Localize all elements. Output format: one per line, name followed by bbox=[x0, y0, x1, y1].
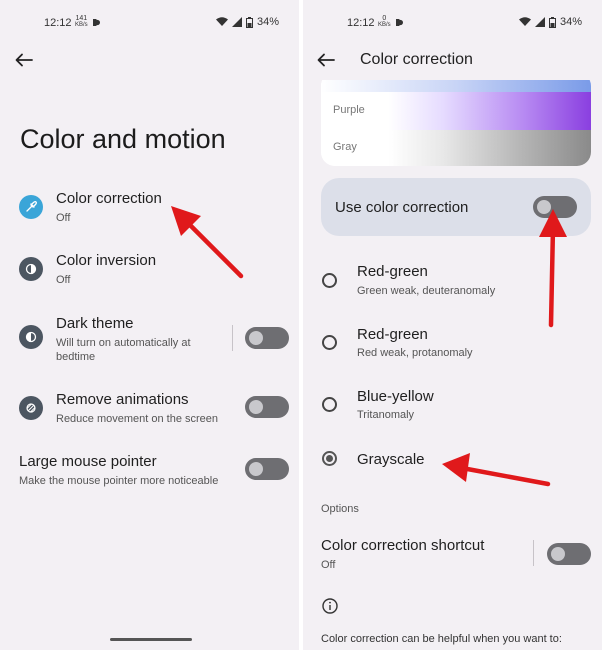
setting-subtitle-line1: Will turn on automatically at bbox=[56, 337, 191, 349]
option-subtitle: Red weak, protanomaly bbox=[357, 347, 473, 359]
battery-icon bbox=[245, 16, 253, 28]
setting-subtitle: Make the mouse pointer more noticeable bbox=[19, 475, 219, 487]
color-correction-shortcut-toggle[interactable] bbox=[547, 543, 591, 565]
setting-title: Color correction bbox=[56, 190, 162, 207]
setting-title: Color inversion bbox=[56, 252, 157, 269]
home-indicator[interactable] bbox=[110, 638, 192, 641]
divider bbox=[232, 325, 233, 351]
network-speed: 141 KB/s bbox=[75, 15, 88, 28]
status-time: 12:12 bbox=[347, 17, 375, 29]
use-color-correction-label: Use color correction bbox=[335, 199, 469, 216]
footer-description: Color correction can be helpful when you… bbox=[321, 633, 562, 645]
large-mouse-pointer-toggle[interactable] bbox=[245, 458, 289, 480]
color-correction-screen: 12:12 0 KB/s 34% Color correction Purple… bbox=[303, 0, 602, 650]
option-title: Blue-yellow bbox=[357, 388, 434, 405]
shortcut-title: Color correction shortcut bbox=[321, 537, 485, 554]
setting-title: Dark theme bbox=[56, 315, 134, 332]
radio-button[interactable] bbox=[322, 397, 337, 412]
dark-theme-icon bbox=[19, 325, 43, 349]
options-header: Options bbox=[321, 503, 359, 515]
back-arrow-icon[interactable] bbox=[317, 53, 335, 67]
setting-title: Large mouse pointer bbox=[19, 453, 157, 470]
signal-icon bbox=[534, 17, 545, 27]
record-icon bbox=[396, 19, 403, 26]
dark-theme-toggle[interactable] bbox=[245, 327, 289, 349]
use-color-correction-toggle[interactable] bbox=[533, 196, 577, 218]
annotation-arrow bbox=[442, 453, 551, 487]
setting-subtitle-line2: bedtime bbox=[56, 351, 96, 363]
status-bar: 12:12 141 KB/s 34% bbox=[0, 15, 299, 32]
battery-percent: 34% bbox=[559, 16, 582, 28]
battery-icon bbox=[548, 16, 556, 28]
record-icon bbox=[93, 19, 100, 26]
option-subtitle: Green weak, deuteranomaly bbox=[357, 285, 496, 297]
color-inversion-icon bbox=[19, 257, 43, 281]
divider bbox=[533, 540, 534, 566]
preview-strip-purple: Purple bbox=[321, 92, 591, 130]
option-title: Red-green bbox=[357, 263, 428, 280]
network-speed: 0 KB/s bbox=[378, 15, 391, 28]
color-and-motion-screen: 12:12 141 KB/s 34% Color and motion Colo… bbox=[0, 0, 299, 650]
setting-subtitle: Off bbox=[56, 274, 71, 286]
animation-icon bbox=[19, 396, 43, 420]
setting-remove-animations[interactable]: Remove animations Reduce movement on the… bbox=[0, 391, 299, 431]
eyedropper-icon bbox=[19, 195, 43, 219]
option-title: Red-green bbox=[357, 326, 428, 343]
setting-subtitle: Reduce movement on the screen bbox=[56, 413, 219, 425]
radio-button[interactable] bbox=[322, 273, 337, 288]
setting-title: Remove animations bbox=[56, 391, 189, 408]
radio-button-selected[interactable] bbox=[322, 451, 337, 466]
use-color-correction-card[interactable]: Use color correction bbox=[321, 178, 591, 236]
setting-color-correction[interactable]: Color correction Off bbox=[0, 190, 299, 230]
signal-icon bbox=[231, 17, 242, 27]
setting-large-mouse-pointer[interactable]: Large mouse pointer Make the mouse point… bbox=[0, 453, 299, 493]
radio-button[interactable] bbox=[322, 335, 337, 350]
info-icon bbox=[322, 598, 338, 614]
option-subtitle: Tritanomaly bbox=[357, 409, 415, 421]
setting-dark-theme[interactable]: Dark theme Will turn on automatically at… bbox=[0, 315, 299, 365]
option-title: Grayscale bbox=[357, 451, 425, 468]
remove-animations-toggle[interactable] bbox=[245, 396, 289, 418]
shortcut-subtitle: Off bbox=[321, 559, 336, 571]
setting-subtitle: Off bbox=[56, 212, 71, 224]
status-bar: 12:12 0 KB/s 34% bbox=[303, 15, 602, 32]
wifi-icon bbox=[518, 17, 531, 26]
app-bar: 12:12 0 KB/s 34% Color correction bbox=[303, 0, 602, 80]
battery-percent: 34% bbox=[256, 16, 279, 28]
setting-color-inversion[interactable]: Color inversion Off bbox=[0, 252, 299, 292]
color-preview: Purple Gray bbox=[321, 72, 591, 166]
page-title: Color and motion bbox=[20, 124, 226, 154]
wifi-icon bbox=[215, 17, 228, 26]
preview-strip-gray: Gray bbox=[321, 130, 591, 166]
status-time: 12:12 bbox=[44, 17, 72, 29]
page-title: Color correction bbox=[360, 51, 473, 68]
back-arrow-icon[interactable] bbox=[15, 53, 33, 67]
